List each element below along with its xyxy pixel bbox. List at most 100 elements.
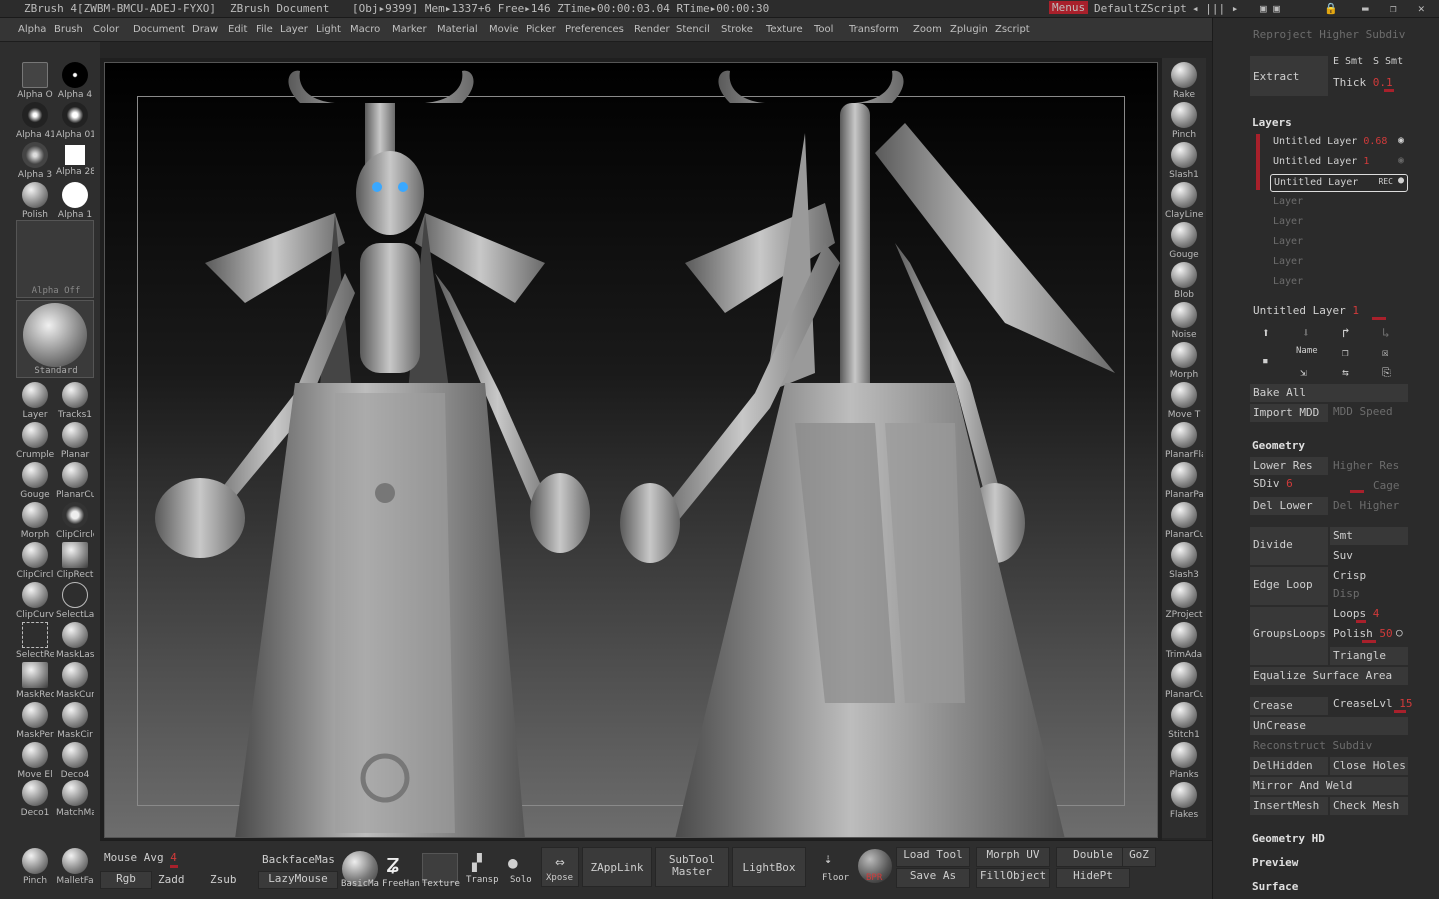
menu-marker[interactable]: Marker [392, 24, 427, 35]
del-higher-button[interactable]: Del Higher [1333, 499, 1399, 512]
disp-toggle[interactable]: Disp [1333, 587, 1360, 600]
menu-draw[interactable]: Draw [192, 24, 218, 35]
brush-tile[interactable]: ClayLine [1165, 182, 1203, 220]
brush-tile[interactable]: Morph [1165, 342, 1203, 380]
menu-edit[interactable]: Edit [228, 24, 247, 35]
brush-tile[interactable]: MalletFa [56, 848, 94, 886]
save-as-button[interactable]: Save As [896, 868, 970, 888]
alpha-tile[interactable]: Alpha 3 [16, 142, 54, 180]
brush-tile[interactable]: MaskPer [16, 702, 54, 740]
mouse-avg-slider[interactable]: Mouse Avg 4 [104, 851, 177, 864]
polish-circle-icon[interactable]: ○ [1396, 626, 1403, 639]
menu-stencil[interactable]: Stencil [676, 24, 710, 35]
alpha-tile[interactable]: Alpha 41 [16, 102, 54, 140]
brush-tile[interactable]: Stitch1 [1165, 702, 1203, 740]
menu-tool[interactable]: Tool [814, 24, 833, 35]
arrows-icon[interactable]: ◂ ||| ▸ [1192, 2, 1238, 15]
brush-tile[interactable]: Deco1 [16, 780, 54, 818]
brush-tile[interactable]: MatchMa [56, 780, 94, 818]
menu-preferences[interactable]: Preferences [565, 24, 624, 35]
move-up-icon[interactable]: ⬆ [1262, 326, 1270, 341]
brush-tile[interactable]: PlanarCu [1165, 502, 1203, 540]
brush-tile[interactable]: PlanarCu [1165, 662, 1203, 700]
brush-tile[interactable]: Deco4 [56, 742, 94, 780]
del-lower-button[interactable]: Del Lower [1250, 497, 1328, 515]
brush-tile[interactable]: PlanarPa [1165, 462, 1203, 500]
reproject-higher-subdiv-button[interactable]: Reproject Higher Subdiv [1253, 28, 1405, 41]
menu-light[interactable]: Light [316, 24, 341, 35]
mirror-and-weld-button[interactable]: Mirror And Weld [1250, 777, 1408, 795]
menu-layer[interactable]: Layer [280, 24, 308, 35]
split-icon[interactable]: ↱ [1342, 326, 1350, 341]
layer-row[interactable]: Untitled Layer 0.68 ◉ [1270, 134, 1408, 152]
hidept-button[interactable]: HidePt [1056, 868, 1130, 888]
brush-tile[interactable]: MaskLas [56, 622, 94, 660]
brush-tile[interactable]: SelectLa [56, 582, 94, 620]
menu-alpha[interactable]: Alpha [18, 24, 46, 35]
brush-tile[interactable]: Crumple [16, 422, 54, 460]
brush-tile[interactable]: SelectRe [16, 622, 54, 660]
insertmesh-button[interactable]: InsertMesh [1250, 797, 1328, 815]
freehand-stroke-icon[interactable]: ʑ [385, 849, 401, 879]
crease-button[interactable]: Crease [1250, 697, 1328, 715]
rgb-button[interactable]: Rgb [100, 871, 152, 889]
edge-loop-button[interactable]: Edge Loop [1250, 567, 1328, 605]
brush-tile[interactable]: Planar [56, 422, 94, 460]
import-mdd-button[interactable]: Import MDD [1250, 404, 1328, 422]
equalize-surface-area-button[interactable]: Equalize Surface Area [1250, 667, 1408, 685]
double-button[interactable]: Double [1056, 847, 1130, 867]
groups-loops-button[interactable]: GroupsLoops [1250, 607, 1328, 665]
minimize-icon[interactable]: ▬ [1362, 2, 1369, 15]
brush-tile[interactable]: Pinch [1165, 102, 1203, 140]
brush-tile[interactable]: Morph [16, 502, 54, 540]
copy-icon[interactable]: ⇲ [1300, 366, 1307, 379]
brush-tile[interactable]: Gouge [1165, 222, 1203, 260]
geometry-hd-header[interactable]: Geometry HD [1252, 832, 1325, 845]
menu-stroke[interactable]: Stroke [721, 24, 753, 35]
empty-layer-slot[interactable]: Layer [1273, 196, 1303, 207]
cage-button[interactable]: Cage [1373, 479, 1400, 492]
brush-tile[interactable]: MaskCir [56, 702, 94, 740]
lightbox-button[interactable]: LightBox [732, 847, 806, 887]
empty-layer-slot[interactable]: Layer [1273, 276, 1303, 287]
reconstruct-subdiv-button[interactable]: Reconstruct Subdiv [1253, 739, 1372, 752]
brush-tile[interactable]: Gouge [16, 462, 54, 500]
alpha-tile[interactable]: Alpha 1 [56, 182, 94, 220]
eye-icon[interactable]: ◉ [1398, 155, 1404, 166]
standard-brush-slot[interactable]: Standard [16, 300, 94, 378]
brush-tile[interactable]: TrimAda [1165, 622, 1203, 660]
menu-macro[interactable]: Macro [350, 24, 380, 35]
document-canvas[interactable] [104, 62, 1158, 838]
polish-slider[interactable]: Polish 50 [1333, 627, 1393, 640]
brush-tile[interactable]: Rake [1165, 62, 1203, 100]
layers-scrollbar[interactable] [1256, 134, 1260, 190]
delete-layer-icon[interactable]: ☒ [1382, 346, 1389, 359]
brush-tile[interactable]: Pinch [16, 848, 54, 886]
loops-slider[interactable]: Loops 4 [1333, 607, 1379, 620]
s-smt-toggle[interactable]: S Smt [1373, 56, 1403, 67]
brush-tile[interactable]: ClipCircle [56, 502, 94, 540]
polish-brush-tile[interactable]: Polish [16, 182, 54, 220]
brush-tile[interactable]: ClipCurv [16, 582, 54, 620]
brush-tile[interactable]: MaskRec [16, 662, 54, 700]
fillobject-button[interactable]: FillObject [976, 868, 1050, 888]
backface-mask-button[interactable]: BackfaceMas [262, 853, 335, 866]
menu-transform[interactable]: Transform [849, 24, 899, 35]
current-layer-slider[interactable]: Untitled Layer 1 [1253, 304, 1359, 317]
zsub-button[interactable]: Zsub [210, 873, 237, 886]
brush-tile[interactable]: Planks [1165, 742, 1203, 780]
layout-icon[interactable]: ▣ ▣ [1260, 2, 1280, 15]
rec-indicator[interactable]: REC [1379, 177, 1393, 186]
menu-zoom[interactable]: Zoom [913, 24, 942, 35]
menu-file[interactable]: File [256, 24, 273, 35]
layer-name-button[interactable]: Name [1296, 346, 1318, 356]
brush-tile[interactable]: Move El [16, 742, 54, 780]
brush-tile[interactable]: Slash1 [1165, 142, 1203, 180]
brush-tile[interactable]: Blob [1165, 262, 1203, 300]
load-tool-button[interactable]: Load Tool [896, 847, 970, 867]
empty-layer-slot[interactable]: Layer [1273, 236, 1303, 247]
layer-row[interactable]: Untitled Layer 1 ◉ [1270, 154, 1408, 172]
menu-document[interactable]: Document [133, 24, 185, 35]
transp-icon[interactable]: ▞ [472, 853, 482, 872]
triangle-toggle[interactable]: Triangle [1330, 647, 1408, 665]
